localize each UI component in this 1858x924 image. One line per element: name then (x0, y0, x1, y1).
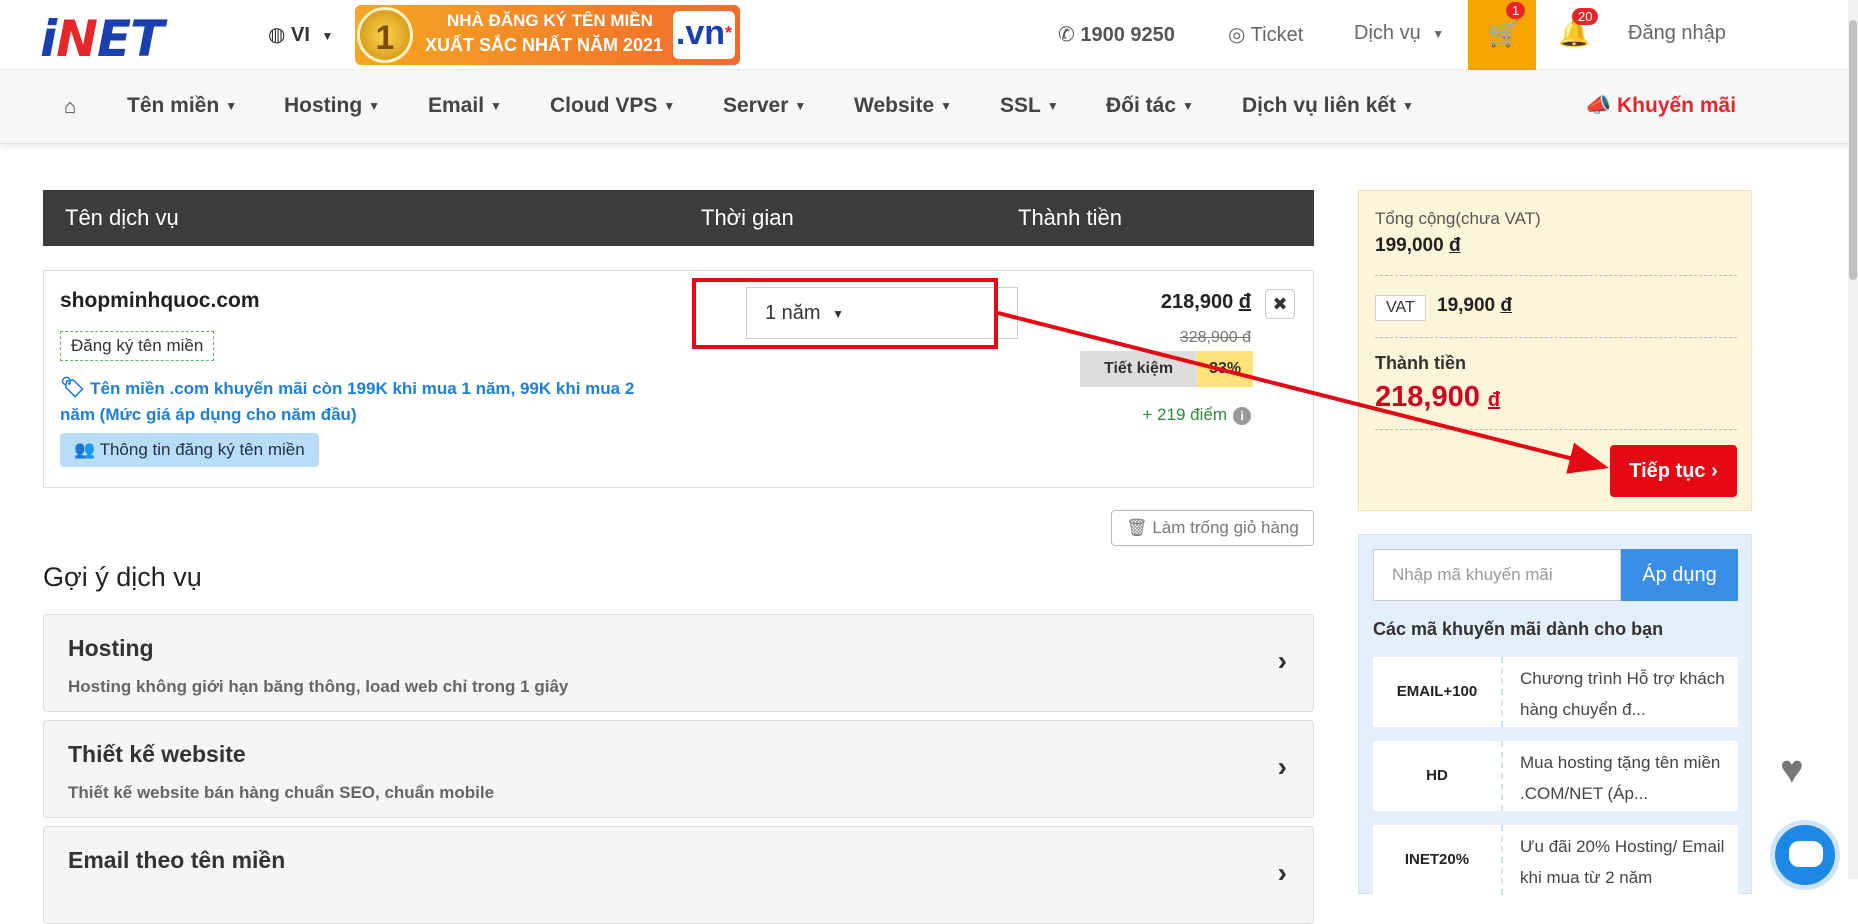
annotation-arrow (997, 311, 1609, 474)
